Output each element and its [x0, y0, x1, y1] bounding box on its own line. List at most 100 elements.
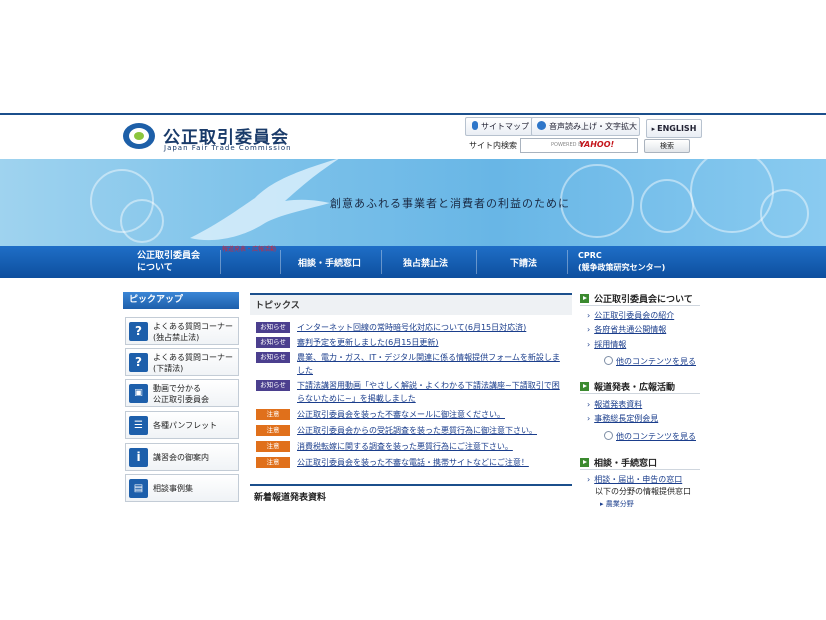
notice-badge: お知らせ: [256, 337, 290, 348]
site-logo[interactable]: 公正取引委員会 Japan Fair Trade Commission: [123, 123, 313, 157]
pickup-item-seminar[interactable]: i 講習会の御案内: [125, 443, 239, 471]
pickup-item-label: 相談事例集: [153, 484, 193, 493]
right-section-about: 公正取引委員会について: [580, 292, 693, 305]
section-arrow-icon: [580, 458, 589, 467]
nav-item-about[interactable]: 公正取引委員会 について: [137, 246, 217, 278]
section-title: 報道発表・広報活動: [594, 383, 676, 393]
section-divider: [580, 469, 700, 470]
pickup-item-faq-subcontract[interactable]: ? よくある質問コーナー (下請法): [125, 348, 239, 376]
nav-divider: [381, 250, 382, 274]
decor-circle: [760, 189, 809, 238]
location-pin-icon: [472, 121, 478, 130]
section-title: 相談・手続窓口: [594, 459, 658, 469]
bird-illustration: [190, 159, 339, 241]
search-input[interactable]: POWERED BY YAHOO!: [520, 138, 638, 153]
caution-badge: 注意: [256, 425, 290, 436]
voice-reader-label: 音声読み上げ・文字拡大: [549, 122, 637, 131]
more-label: 他のコンテンツを見る: [616, 432, 696, 441]
nav-item-consultation[interactable]: 相談・手続窓口: [298, 246, 361, 278]
topic-link[interactable]: 消費税転嫁に関する調査を装った悪質行為にご注意下さい。: [297, 440, 565, 453]
nav-divider: [476, 250, 477, 274]
more-label: 他のコンテンツを見る: [616, 357, 696, 366]
consult-sub-label: 農業分野: [605, 500, 634, 508]
global-nav: 公正取引委員会 について 相談・手続窓口 独占禁止法 下請法 CPRC (競争政…: [0, 246, 826, 278]
right-link[interactable]: 各府省共通公開情報: [587, 324, 666, 335]
section-arrow-icon: [580, 294, 589, 303]
nav-divider: [280, 250, 281, 274]
nav-item-antimonopoly[interactable]: 独占禁止法: [403, 246, 448, 278]
section-title: 公正取引委員会について: [594, 295, 693, 305]
pickup-item-cases[interactable]: ▤ 相談事例集: [125, 474, 239, 502]
right-link[interactable]: 相談・届出・申告の窓口: [587, 474, 682, 485]
caution-badge: 注意: [256, 441, 290, 452]
right-link[interactable]: 事務総長定例会見: [587, 413, 658, 424]
decor-circle: [640, 179, 694, 233]
topics-title: トピックス: [250, 293, 572, 315]
yahoo-logo: YAHOO!: [579, 140, 615, 149]
header-top-rule: [0, 113, 826, 115]
right-link[interactable]: 報道発表資料: [587, 399, 642, 410]
right-section-press: 報道発表・広報活動: [580, 380, 675, 393]
topic-link[interactable]: 公正取引委員会を装った不審な電話・携帯サイトなどにご注意！: [297, 456, 565, 469]
right-section-consultation: 相談・手続窓口: [580, 456, 657, 469]
jftc-emblem-icon: [123, 123, 155, 149]
caution-badge: 注意: [256, 457, 290, 468]
more-circle-icon: [604, 356, 613, 365]
topic-link[interactable]: 下請法講習用動画「やさしく解説・よくわかる下請法講座~下請取引で困らないために~…: [297, 379, 565, 405]
topics-divider: [250, 484, 572, 486]
nav-divider: [220, 250, 221, 274]
question-icon: ?: [129, 322, 148, 341]
more-contents-link[interactable]: 他のコンテンツを見る: [604, 431, 696, 442]
plus-circle-icon: [537, 121, 546, 130]
nav-divider: [567, 250, 568, 274]
pickup-item-label: よくある質問コーナー (独占禁止法): [153, 322, 233, 342]
consult-agriculture-link[interactable]: ▸ 農業分野: [600, 499, 634, 509]
consult-description: 以下の分野の情報提供窓口: [595, 487, 691, 496]
section-arrow-icon: [580, 382, 589, 391]
notice-badge: お知らせ: [256, 352, 290, 363]
nav-item-cprc[interactable]: CPRC (競争政策研究センター): [578, 246, 665, 278]
layers-icon: ☰: [129, 416, 148, 435]
more-circle-icon: [604, 431, 613, 440]
decor-circle: [560, 164, 634, 238]
pickup-title: ピックアップ: [123, 292, 239, 309]
banner-tagline: 創意あふれる事業者と消費者の利益のために: [330, 197, 570, 210]
pickup-item-label: 講習会の御案内: [153, 453, 209, 462]
topic-link[interactable]: インターネット回線の常時暗号化対応について(6月15日対応済): [297, 321, 565, 334]
right-link[interactable]: 採用情報: [587, 339, 626, 350]
logo-subtitle: Japan Fair Trade Commission: [164, 144, 292, 152]
search-button[interactable]: 検索: [644, 139, 690, 153]
film-icon: ▣: [129, 384, 148, 403]
pickup-item-faq-antimonopoly[interactable]: ? よくある質問コーナー (独占禁止法): [125, 317, 239, 345]
pickup-item-pamphlets[interactable]: ☰ 各種パンフレット: [125, 411, 239, 439]
section-divider: [580, 305, 700, 306]
section-divider: [580, 393, 700, 394]
hero-banner: 創意あふれる事業者と消費者の利益のために: [0, 159, 826, 246]
site-search-label: サイト内検索: [469, 141, 517, 150]
right-link[interactable]: 公正取引委員会の紹介: [587, 310, 674, 321]
pickup-item-label: よくある質問コーナー (下請法): [153, 353, 233, 373]
topic-link[interactable]: 公正取引委員会を装った不審なメールに御注意ください。: [297, 408, 565, 421]
nav-item-subcontract[interactable]: 下請法: [510, 246, 537, 278]
new-press-title: 新着報道発表資料: [254, 493, 327, 503]
notice-badge: お知らせ: [256, 380, 290, 391]
info-icon: i: [129, 448, 148, 467]
caution-badge: 注意: [256, 409, 290, 420]
voice-reader-button[interactable]: 音声読み上げ・文字拡大: [531, 117, 640, 136]
pickup-item-label: 動画で分かる 公正取引委員会: [153, 384, 209, 404]
topic-link[interactable]: 公正取引委員会からの受託調査を装った悪質行為に御注意下さい。: [297, 424, 565, 437]
arrow-right-icon: ▸: [651, 125, 656, 133]
document-icon: ▤: [129, 479, 148, 498]
sitemap-label: サイトマップ: [481, 122, 529, 131]
english-label: ENGLISH: [657, 124, 697, 133]
question-icon: ?: [129, 353, 148, 372]
sitemap-button[interactable]: サイトマップ: [465, 117, 533, 136]
pickup-item-label: 各種パンフレット: [153, 421, 218, 430]
topic-link[interactable]: 審判予定を更新しました(6月15日更新): [297, 336, 565, 349]
english-button[interactable]: ▸ ENGLISH: [646, 119, 702, 138]
nav-broken-image[interactable]: 報道発表・広報活動: [222, 244, 276, 253]
more-contents-link[interactable]: 他のコンテンツを見る: [604, 356, 696, 367]
pickup-item-video[interactable]: ▣ 動画で分かる 公正取引委員会: [125, 379, 239, 407]
topic-link[interactable]: 農業、電力・ガス、IT・デジタル関連に係る情報提供フォームを新設しました: [297, 351, 565, 377]
decor-circle: [120, 199, 164, 243]
